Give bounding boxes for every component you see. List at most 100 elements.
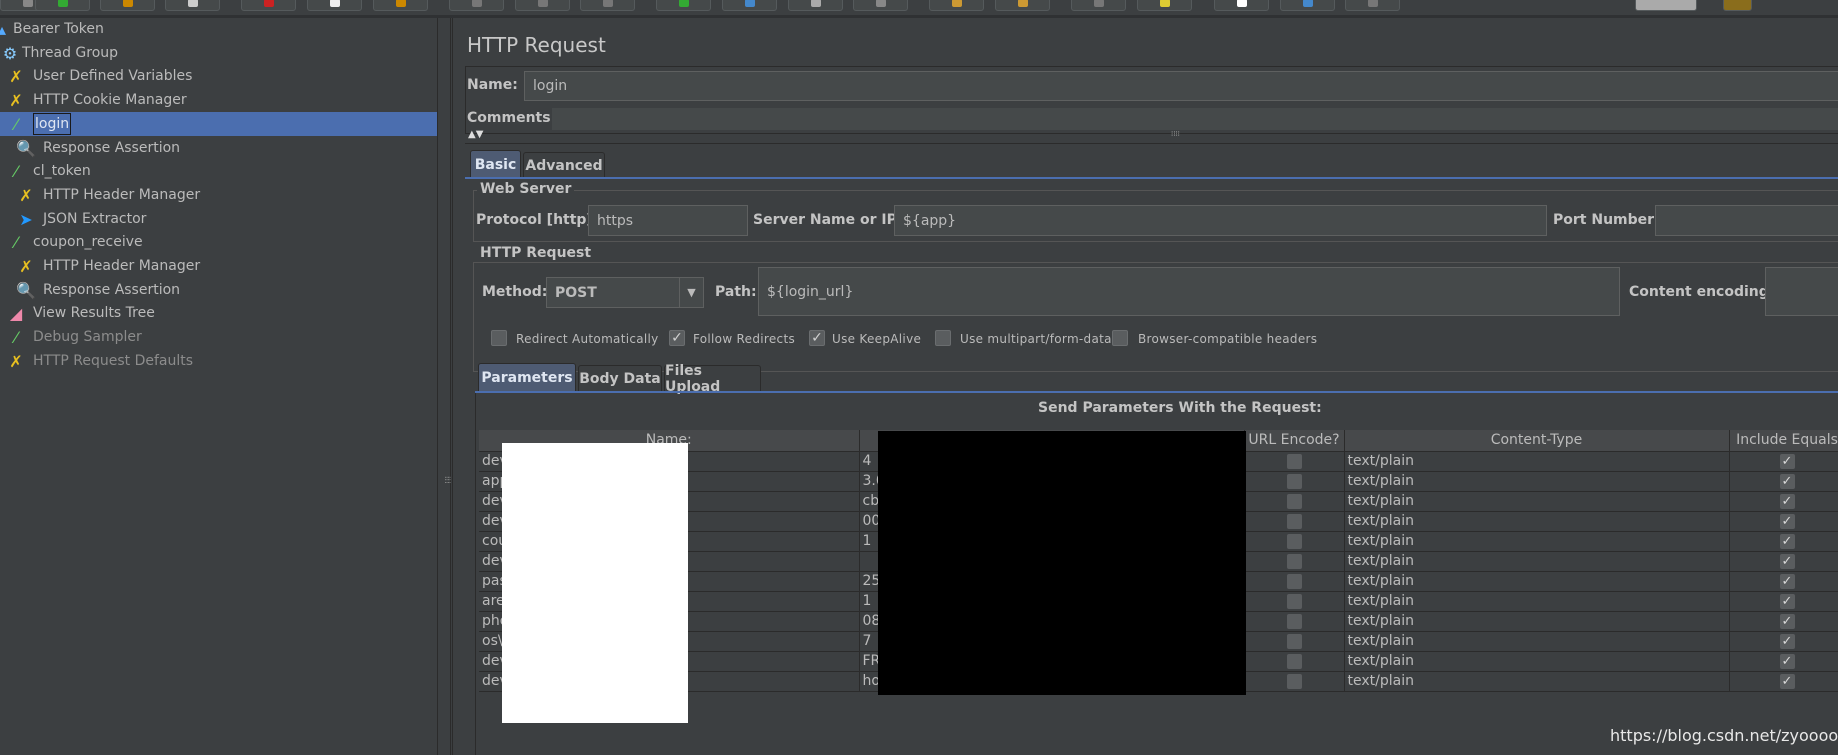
column-header-content-type[interactable]: Content-Type: [1344, 430, 1730, 452]
tree-item[interactable]: ➤ JSON Extractor: [0, 207, 437, 231]
splitter-grip-icon[interactable]: ⁞⁞⁞: [443, 476, 452, 484]
url-encode-cell[interactable]: [1244, 451, 1345, 472]
include-equals-checkbox[interactable]: ✓: [1779, 533, 1795, 549]
url-encode-checkbox[interactable]: [1286, 653, 1302, 669]
column-header-include-equals[interactable]: Include Equals: [1729, 430, 1838, 452]
option-checkbox[interactable]: [935, 330, 951, 346]
url-encode-cell[interactable]: [1244, 471, 1345, 492]
toolbar-button[interactable]: [1071, 0, 1126, 11]
url-encode-checkbox[interactable]: [1286, 473, 1302, 489]
tree-item[interactable]: ◢ View Results Tree: [0, 301, 437, 325]
content-type[interactable]: text/plain: [1344, 571, 1730, 592]
include-equals-cell[interactable]: ✓: [1729, 531, 1838, 552]
url-encode-cell[interactable]: [1244, 531, 1345, 552]
url-encode-checkbox[interactable]: [1286, 673, 1302, 689]
include-equals-checkbox[interactable]: ✓: [1779, 653, 1795, 669]
url-encode-cell[interactable]: [1244, 651, 1345, 672]
url-encode-cell[interactable]: [1244, 671, 1345, 692]
tab-body-data[interactable]: Body Data: [578, 365, 662, 391]
include-equals-cell[interactable]: ✓: [1729, 671, 1838, 692]
method-select[interactable]: POST ▼: [546, 277, 704, 308]
collapse-arrows-icon[interactable]: ▲▼: [468, 129, 483, 140]
url-encode-cell[interactable]: [1244, 491, 1345, 512]
url-encode-checkbox[interactable]: [1286, 633, 1302, 649]
include-equals-checkbox[interactable]: ✓: [1779, 553, 1795, 569]
toolbar-button[interactable]: [580, 0, 635, 11]
protocol-input[interactable]: https: [588, 205, 748, 236]
tree-item[interactable]: 🔍 Response Assertion: [0, 136, 437, 160]
content-type[interactable]: text/plain: [1344, 591, 1730, 612]
include-equals-cell[interactable]: ✓: [1729, 451, 1838, 472]
content-type[interactable]: text/plain: [1344, 671, 1730, 692]
tree-item[interactable]: ✗ HTTP Cookie Manager: [0, 88, 437, 112]
port-number-input[interactable]: [1655, 205, 1838, 236]
include-equals-cell[interactable]: ✓: [1729, 491, 1838, 512]
toolbar-button[interactable]: [1137, 0, 1192, 11]
content-type[interactable]: text/plain: [1344, 471, 1730, 492]
include-equals-checkbox[interactable]: ✓: [1779, 613, 1795, 629]
include-equals-cell[interactable]: ✓: [1729, 571, 1838, 592]
path-input[interactable]: ${login_url}: [758, 267, 1620, 316]
url-encode-cell[interactable]: [1244, 551, 1345, 572]
tree-item[interactable]: ⁄ Debug Sampler: [0, 325, 437, 349]
split-pane-divider[interactable]: [438, 18, 451, 755]
content-type[interactable]: text/plain: [1344, 651, 1730, 672]
url-encode-checkbox[interactable]: [1286, 553, 1302, 569]
toolbar-button[interactable]: [1635, 0, 1697, 11]
tree-item[interactable]: 🔍 Response Assertion: [0, 278, 437, 302]
content-type[interactable]: text/plain: [1344, 551, 1730, 572]
resize-grip-icon[interactable]: ⁞⁞⁞⁞: [1171, 130, 1180, 138]
toolbar-button[interactable]: [449, 0, 504, 11]
content-type[interactable]: text/plain: [1344, 631, 1730, 652]
include-equals-cell[interactable]: ✓: [1729, 591, 1838, 612]
url-encode-checkbox[interactable]: [1286, 573, 1302, 589]
include-equals-checkbox[interactable]: ✓: [1779, 673, 1795, 689]
include-equals-checkbox[interactable]: ✓: [1779, 453, 1795, 469]
tree-item[interactable]: ▴ Bearer Token: [0, 17, 437, 41]
comments-input[interactable]: [552, 108, 1838, 130]
toolbar-button[interactable]: [929, 0, 984, 11]
toolbar-button[interactable]: [307, 0, 362, 11]
tab-files-upload[interactable]: Files Upload: [664, 363, 761, 395]
include-equals-checkbox[interactable]: ✓: [1779, 513, 1795, 529]
content-type[interactable]: text/plain: [1344, 511, 1730, 532]
toolbar-button[interactable]: [995, 0, 1050, 11]
include-equals-checkbox[interactable]: ✓: [1779, 573, 1795, 589]
name-input[interactable]: login: [524, 71, 1838, 101]
content-type[interactable]: text/plain: [1344, 611, 1730, 632]
tree-item[interactable]: ✗ HTTP Header Manager: [0, 183, 437, 207]
toolbar-button[interactable]: [1723, 0, 1752, 11]
url-encode-checkbox[interactable]: [1286, 513, 1302, 529]
chevron-down-icon[interactable]: ▼: [679, 278, 703, 307]
url-encode-cell[interactable]: [1244, 571, 1345, 592]
url-encode-checkbox[interactable]: [1286, 493, 1302, 509]
include-equals-checkbox[interactable]: ✓: [1779, 593, 1795, 609]
url-encode-cell[interactable]: [1244, 631, 1345, 652]
option-checkbox[interactable]: ✓: [809, 330, 825, 346]
toolbar-button[interactable]: [853, 0, 908, 11]
toolbar-button[interactable]: [722, 0, 777, 11]
toolbar-button[interactable]: [788, 0, 843, 11]
tab-parameters[interactable]: Parameters: [478, 363, 576, 391]
tree-item[interactable]: ✗ HTTP Request Defaults: [0, 349, 437, 373]
include-equals-cell[interactable]: ✓: [1729, 611, 1838, 632]
toolbar-button[interactable]: [1280, 0, 1335, 11]
url-encode-checkbox[interactable]: [1286, 593, 1302, 609]
option-checkbox[interactable]: [1112, 330, 1128, 346]
toolbar-button[interactable]: [656, 0, 711, 11]
include-equals-cell[interactable]: ✓: [1729, 471, 1838, 492]
toolbar-button[interactable]: [241, 0, 296, 11]
include-equals-checkbox[interactable]: ✓: [1779, 633, 1795, 649]
url-encode-checkbox[interactable]: [1286, 613, 1302, 629]
url-encode-cell[interactable]: [1244, 611, 1345, 632]
toolbar-button[interactable]: [373, 0, 428, 11]
include-equals-checkbox[interactable]: ✓: [1779, 493, 1795, 509]
include-equals-cell[interactable]: ✓: [1729, 631, 1838, 652]
option-checkbox[interactable]: [491, 330, 507, 346]
include-equals-cell[interactable]: ✓: [1729, 551, 1838, 572]
content-type[interactable]: text/plain: [1344, 451, 1730, 472]
tab-advanced[interactable]: Advanced: [523, 152, 605, 178]
content-type[interactable]: text/plain: [1344, 531, 1730, 552]
tree-item[interactable]: ⚙ Thread Group: [0, 41, 437, 65]
option-checkbox[interactable]: ✓: [669, 330, 685, 346]
